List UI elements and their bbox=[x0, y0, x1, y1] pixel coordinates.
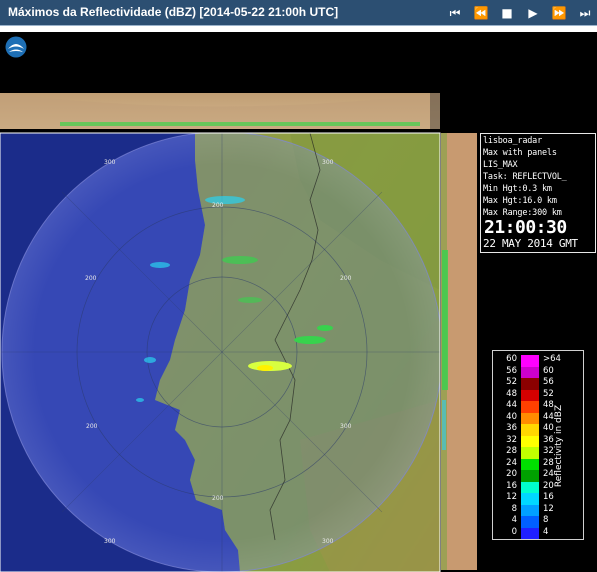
range-label: 300 bbox=[340, 423, 352, 430]
range-label: 300 bbox=[104, 159, 116, 166]
legend-color-swatch bbox=[521, 504, 539, 516]
legend-upper-value: 12 bbox=[543, 503, 554, 514]
legend-upper-value: 52 bbox=[543, 388, 554, 399]
separator-strip bbox=[0, 26, 597, 32]
legend-upper-value: >64 bbox=[543, 354, 561, 364]
legend-lower-value: 24 bbox=[506, 457, 517, 468]
legend-lower-value: 12 bbox=[506, 492, 517, 502]
legend-lower-value: 44 bbox=[506, 400, 517, 410]
title-bar: Máximos da Reflectividade (dBZ) [2014-05… bbox=[0, 0, 597, 26]
legend-color-swatch bbox=[521, 458, 539, 470]
legend-upper-value: 16 bbox=[543, 492, 554, 502]
stop-button[interactable]: ■ bbox=[497, 4, 517, 22]
legend-upper-value: 60 bbox=[543, 365, 554, 376]
range-label: 300 bbox=[322, 159, 334, 166]
legend-upper-value: 36 bbox=[543, 434, 554, 445]
previous-frame-button[interactable]: ⏪ bbox=[471, 4, 491, 22]
scan-date: 22 MAY 2014 GMT bbox=[483, 237, 578, 250]
product-id: LIS_MAX bbox=[483, 160, 518, 170]
legend-lower-value: 4 bbox=[511, 515, 517, 525]
legend-color-swatch bbox=[521, 470, 539, 482]
range-label: 200 bbox=[212, 495, 224, 502]
legend-upper-value: 4 bbox=[543, 526, 549, 537]
range-label: 300 bbox=[322, 538, 334, 545]
reflectivity-legend: 60 >64 56 60 52 56 48 52 44 48 40 44 36 40 32 36 28 32 24 2… bbox=[492, 350, 584, 540]
window-title: Máximos da Reflectividade (dBZ) [2014-05… bbox=[8, 5, 339, 19]
radar-name: lisboa_radar bbox=[483, 136, 543, 146]
legend-upper-value: 8 bbox=[543, 515, 549, 525]
legend-color-swatch bbox=[521, 447, 539, 459]
legend-upper-value: 28 bbox=[543, 457, 554, 468]
legend-lower-value: 36 bbox=[506, 423, 517, 433]
legend-lower-value: 52 bbox=[506, 377, 517, 387]
legend-lower-value: 20 bbox=[506, 469, 517, 479]
legend-color-swatch bbox=[521, 412, 539, 424]
legend-color-swatch bbox=[521, 389, 539, 401]
next-frame-button[interactable]: ⏩ bbox=[549, 4, 569, 22]
legend-title: Reflectivity in dBZ bbox=[554, 404, 564, 488]
legend-upper-value: 32 bbox=[543, 446, 554, 456]
legend-upper-value: 20 bbox=[543, 480, 554, 491]
legend-lower-value: 0 bbox=[511, 526, 517, 537]
legend-color-swatch bbox=[521, 378, 539, 390]
legend-lower-value: 8 bbox=[511, 503, 517, 514]
legend-color-swatch bbox=[521, 435, 539, 447]
legend-lower-value: 48 bbox=[506, 388, 517, 399]
legend-color-swatch bbox=[521, 516, 539, 528]
legend-upper-value: 44 bbox=[543, 411, 554, 422]
legend-lower-value: 32 bbox=[506, 434, 517, 445]
legend-color-swatch bbox=[521, 493, 539, 505]
legend-lower-value: 56 bbox=[506, 365, 517, 376]
min-height: Min Hgt:0.3 km bbox=[483, 184, 552, 194]
legend-upper-value: 24 bbox=[543, 469, 554, 479]
task-name: Task: REFLECTVOL_ bbox=[483, 172, 567, 182]
legend-color-swatch bbox=[521, 366, 539, 378]
legend-color-swatch bbox=[521, 355, 539, 367]
legend-color-swatch bbox=[521, 401, 539, 413]
legend-lower-value: 40 bbox=[506, 411, 517, 422]
legend-lower-value: 28 bbox=[506, 446, 517, 456]
play-button[interactable]: ▶ bbox=[523, 4, 543, 22]
legend-upper-value: 48 bbox=[543, 400, 554, 410]
max-height: Max Hgt:16.0 km bbox=[483, 196, 557, 206]
first-frame-button[interactable]: ⏮ bbox=[445, 4, 465, 22]
product-name: Max with panels bbox=[483, 148, 557, 158]
legend-color-swatch bbox=[521, 481, 539, 493]
radar-info-panel: lisboa_radar Max with panels LIS_MAX Tas… bbox=[480, 133, 596, 253]
legend-color-swatch bbox=[521, 527, 539, 539]
scan-time: 21:00:30 bbox=[484, 217, 567, 238]
range-label: 200 bbox=[86, 423, 98, 430]
range-label: 300 bbox=[104, 538, 116, 545]
range-label: 200 bbox=[340, 275, 352, 282]
last-frame-button[interactable]: ⏭ bbox=[575, 4, 595, 22]
range-label: 200 bbox=[85, 275, 97, 282]
ipma-logo-icon bbox=[5, 36, 27, 58]
legend-lower-value: 60 bbox=[506, 354, 517, 364]
legend-color-swatch bbox=[521, 424, 539, 436]
legend-lower-value: 16 bbox=[506, 480, 517, 491]
range-label: 200 bbox=[212, 202, 224, 209]
legend-upper-value: 40 bbox=[543, 423, 554, 433]
legend-upper-value: 56 bbox=[543, 377, 554, 387]
